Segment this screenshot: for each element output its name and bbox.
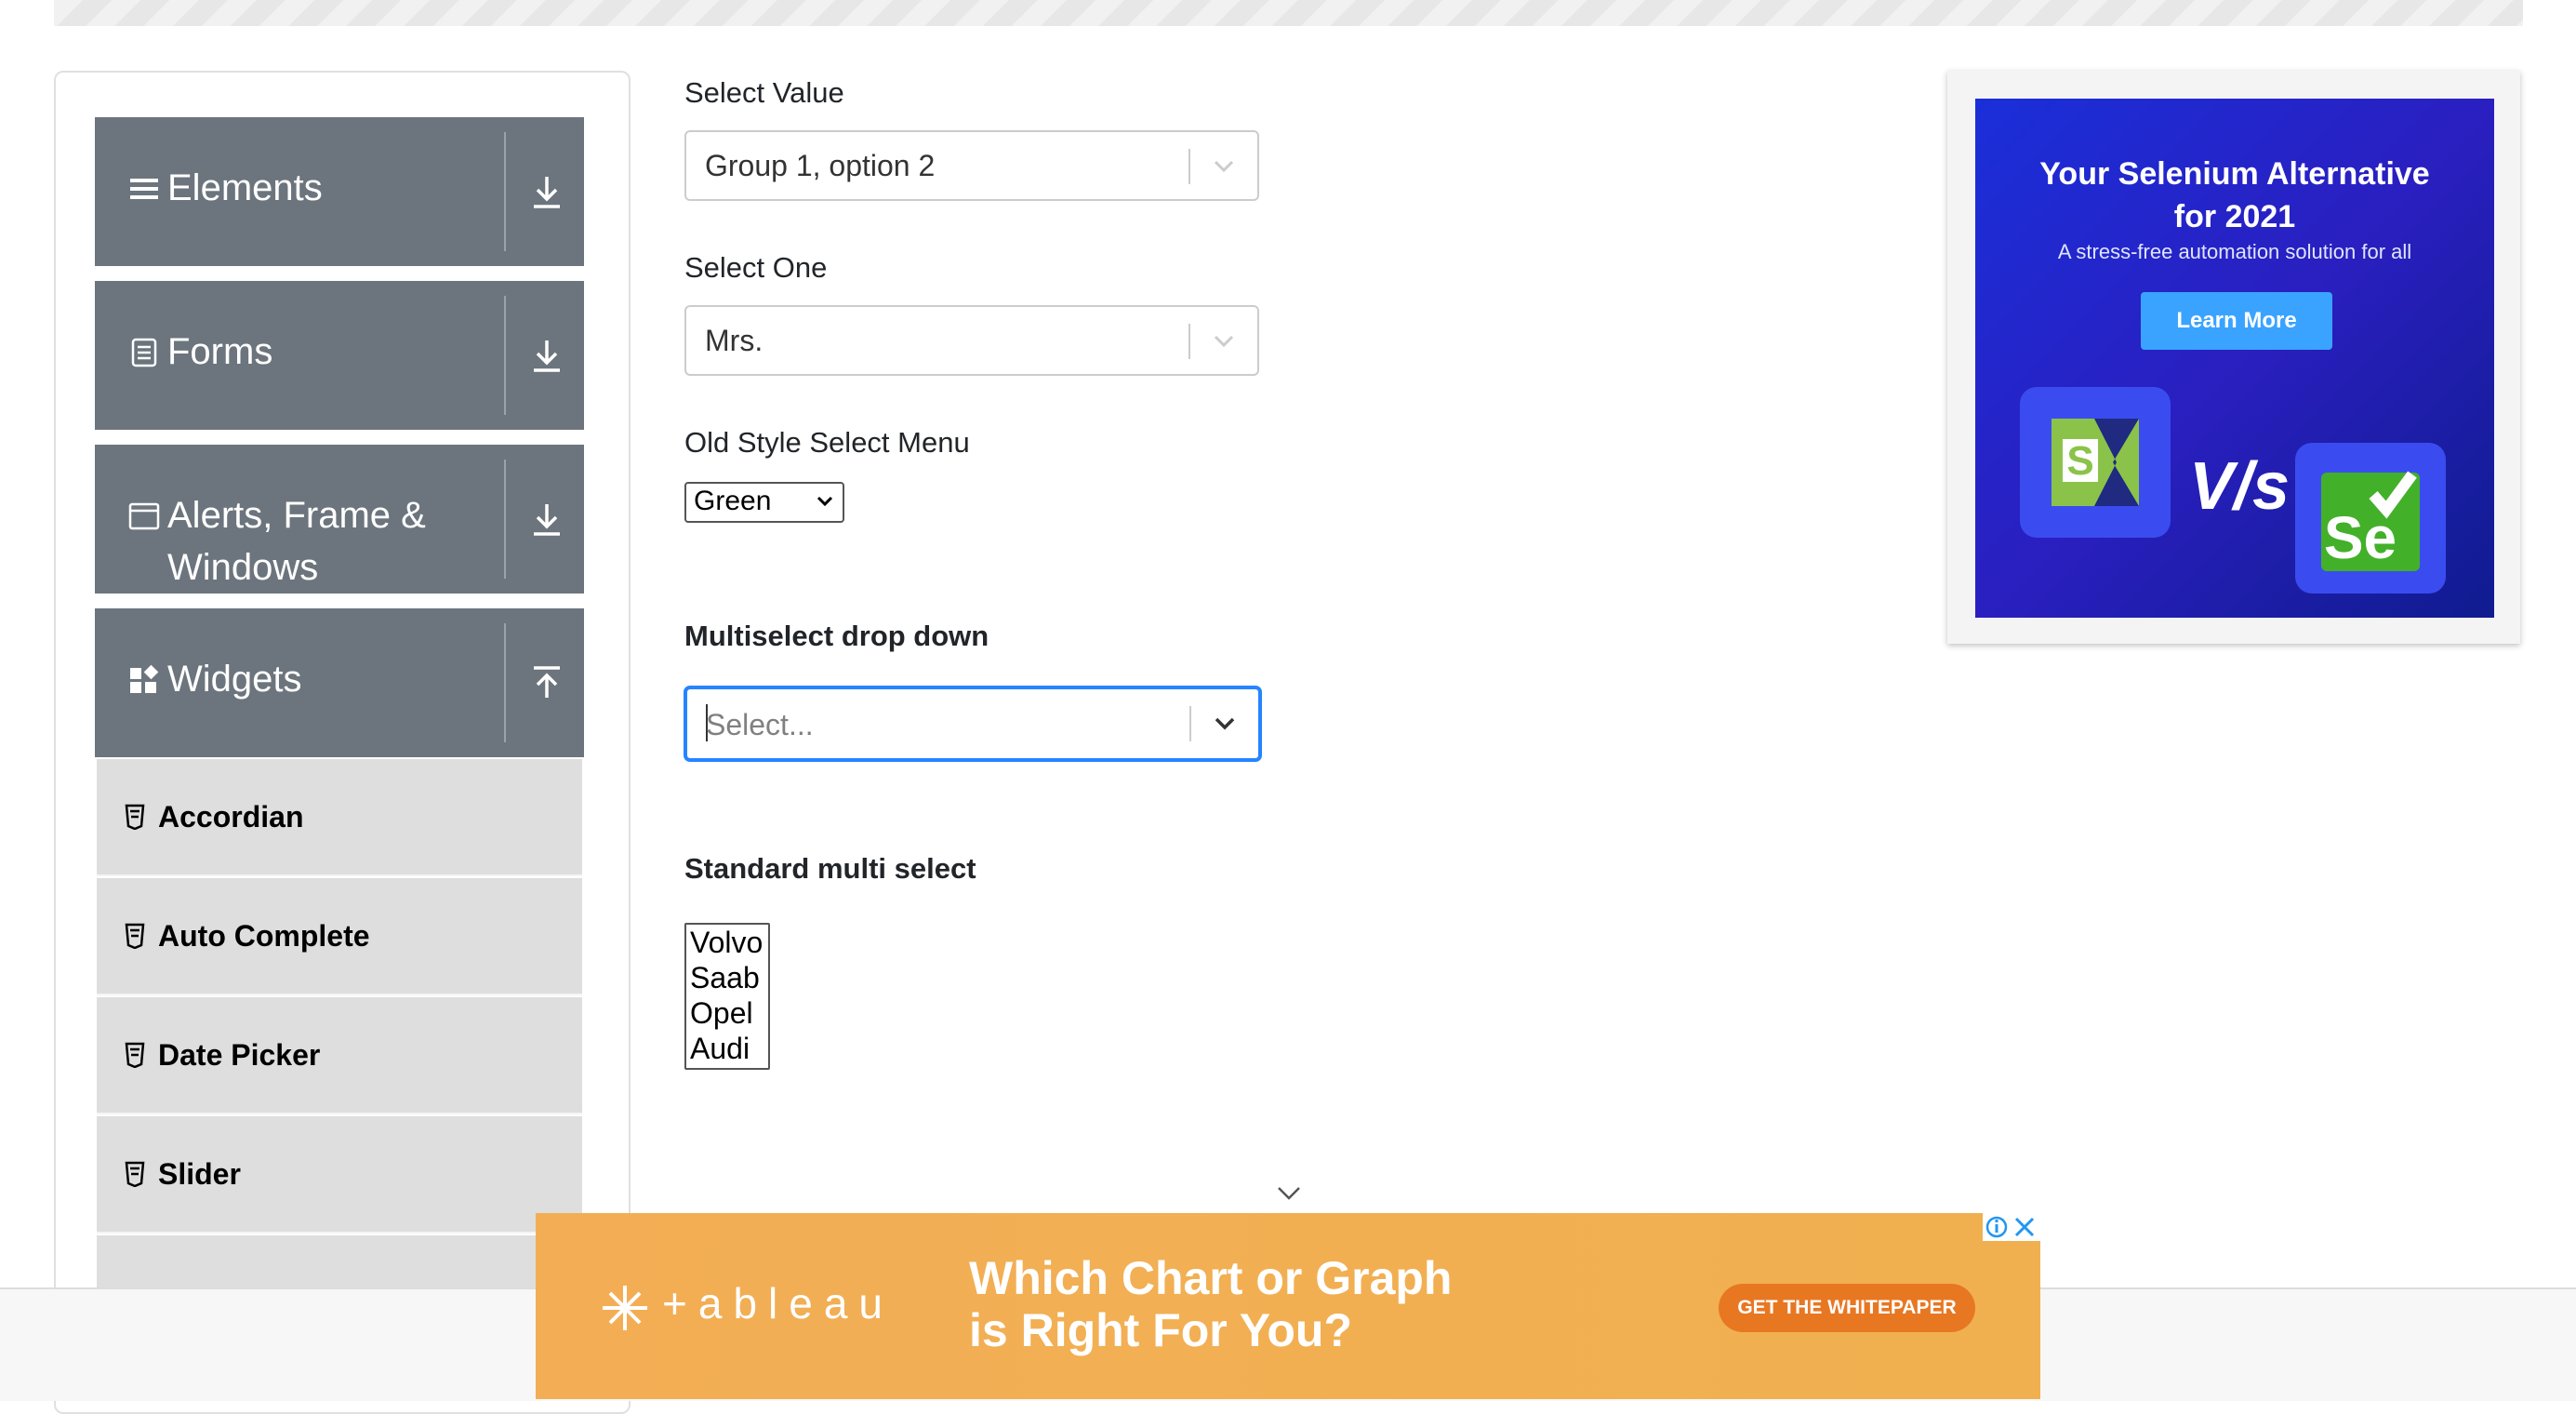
old-select-label: Old Style Select Menu [684, 426, 970, 459]
select-one-dropdown[interactable]: Mrs. [684, 305, 1259, 376]
html5-icon [125, 1042, 145, 1068]
divider [504, 460, 506, 579]
chevron-down-icon [1214, 160, 1234, 173]
get-whitepaper-button[interactable]: GET THE WHITEPAPER [1719, 1284, 1975, 1332]
chevron-down-icon [1214, 335, 1234, 348]
download-arrow-icon [534, 340, 560, 372]
vs-text: V/s [2189, 449, 2291, 524]
html5-icon [125, 923, 145, 949]
option-saab[interactable]: Saab [686, 960, 768, 995]
widgets-icon [130, 664, 159, 693]
svg-text:Se: Se [2324, 504, 2397, 571]
old-select-current: Green [694, 486, 772, 516]
standard-multi-select[interactable]: Volvo Saab Opel Audi [684, 923, 770, 1070]
chevron-down-icon [1215, 717, 1235, 730]
divider [1189, 706, 1191, 741]
standard-multi-label: Standard multi select [684, 852, 976, 885]
option-audi[interactable]: Audi [686, 1031, 768, 1066]
sidebar-group-label: Alerts, Frame & [167, 495, 426, 536]
learn-more-button[interactable]: Learn More [2141, 292, 2332, 350]
divider [1188, 324, 1190, 359]
sidebar-group-elements[interactable]: Elements [95, 117, 584, 266]
multiselect-dropdown[interactable]: Select... [684, 687, 1261, 761]
chevron-down-icon[interactable] [1276, 1185, 1302, 1202]
ad-title: Your Selenium Alternative for 2021 [1975, 153, 2494, 238]
ad-title-line2: for 2021 [2173, 199, 2296, 234]
info-close-icon [1985, 1216, 2035, 1238]
select-value-current: Group 1, option 2 [705, 149, 936, 182]
tableau-logo-icon [603, 1286, 647, 1330]
sidebar-item-auto-complete[interactable]: Auto Complete [97, 878, 582, 995]
sidebar-item-label: Date Picker [158, 1038, 321, 1072]
ad-bottom[interactable]: +ableau Which Chart or Graph is Right Fo… [536, 1213, 2040, 1399]
top-banner-strip [54, 0, 2523, 26]
option-opel[interactable]: Opel [686, 995, 768, 1031]
se-logo-icon: Se [2321, 471, 2420, 571]
svg-text:S: S [2066, 438, 2093, 484]
ad-right[interactable]: Your Selenium Alternative for 2021 A str… [1947, 71, 2520, 644]
multiselect-label: Multiselect drop down [684, 620, 989, 652]
document-icon [131, 338, 157, 367]
divider [1188, 149, 1190, 184]
sidebar-item-label: Slider [158, 1157, 241, 1191]
ad-headline-line2: is Right For You? [969, 1304, 1353, 1356]
katalon-logo: S [2020, 387, 2171, 538]
old-style-select[interactable]: Green [684, 482, 844, 523]
option-volvo[interactable]: Volvo [686, 925, 768, 960]
select-value-label: Select Value [684, 76, 844, 109]
hamburger-icon [130, 179, 158, 199]
sidebar-group-label-line2: Windows [167, 547, 319, 588]
html5-icon [125, 1161, 145, 1187]
tableau-wordmark: +ableau [662, 1279, 894, 1327]
divider [504, 623, 506, 742]
ad-subtitle: A stress-free automation solution for al… [2057, 240, 2412, 263]
select-one-label: Select One [684, 251, 828, 284]
sidebar-item-label: Auto Complete [158, 919, 370, 953]
sidebar-item-accordian[interactable]: Accordian [97, 759, 582, 876]
select-one-current: Mrs. [705, 324, 764, 357]
html5-icon [125, 804, 145, 830]
sidebar-group-label: Elements [167, 167, 323, 208]
s-logo-icon: S [2052, 419, 2139, 506]
download-arrow-icon [534, 177, 560, 208]
selenium-logo: Se [2295, 443, 2446, 594]
sidebar-item-label: Accordian [158, 800, 304, 834]
sidebar-group-label: Forms [167, 331, 273, 372]
sidebar-group-forms[interactable]: Forms [95, 281, 584, 430]
select-value-dropdown[interactable]: Group 1, option 2 [684, 130, 1259, 201]
sidebar-item-slider[interactable]: Slider [97, 1116, 582, 1234]
sidebar-item-date-picker[interactable]: Date Picker [97, 997, 582, 1114]
sidebar-group-widgets[interactable]: Widgets [95, 608, 584, 757]
sidebar-group-label: Widgets [167, 659, 302, 700]
sidebar-group-alerts[interactable]: Alerts, Frame & Windows [95, 445, 584, 594]
divider [504, 132, 506, 251]
download-arrow-icon [534, 504, 560, 536]
ad-choices[interactable] [1983, 1213, 2040, 1241]
window-icon [128, 502, 160, 530]
ad-headline: Which Chart or Graph is Right For You? [969, 1252, 1452, 1356]
divider [504, 296, 506, 415]
ad-title-line1: Your Selenium Alternative [2039, 156, 2430, 192]
multiselect-placeholder: Select... [706, 708, 814, 741]
ad-banner[interactable]: Your Selenium Alternative for 2021 A str… [1975, 99, 2494, 618]
ad-headline-line1: Which Chart or Graph [969, 1252, 1453, 1304]
chevron-down-icon [817, 496, 833, 507]
upload-arrow-icon [534, 666, 560, 698]
